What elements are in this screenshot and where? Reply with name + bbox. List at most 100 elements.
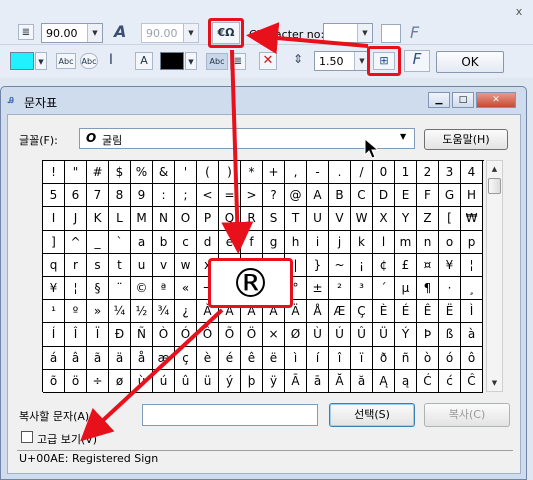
char-cell[interactable]: Õ (219, 323, 241, 347)
char-cell[interactable]: 8 (109, 184, 131, 208)
char-cell[interactable]: ¹ (43, 300, 65, 324)
font-settings-icon[interactable]: F (404, 50, 430, 72)
char-cell[interactable]: Æ (329, 300, 351, 324)
char-cell[interactable]: ā (307, 369, 329, 393)
char-cell[interactable]: 4 (461, 161, 483, 185)
char-cell[interactable]: ð (373, 346, 395, 370)
char-cell[interactable]: . (329, 161, 351, 185)
char-cell[interactable]: M (131, 207, 153, 231)
char-cell[interactable]: % (131, 161, 153, 185)
char-cell[interactable]: ë (263, 346, 285, 370)
char-cell[interactable]: 1 (395, 161, 417, 185)
char-cell[interactable]: « (175, 277, 197, 301)
char-cell[interactable]: s (87, 253, 109, 277)
char-cell[interactable]: 3 (439, 161, 461, 185)
char-cell[interactable]: Ë (439, 300, 461, 324)
char-cell[interactable]: Ð (109, 323, 131, 347)
char-cell[interactable]: ą (395, 369, 417, 393)
char-cell[interactable]: Ó (175, 323, 197, 347)
chevron-down-icon[interactable]: ▼ (35, 52, 47, 70)
char-cell[interactable]: j (329, 230, 351, 254)
char-cell[interactable]: Ĉ (461, 369, 483, 393)
font-size-combo[interactable]: 90.00 ▼ (41, 23, 103, 43)
char-cell[interactable]: á (43, 346, 65, 370)
char-cell[interactable]: ~ (329, 253, 351, 277)
char-cell[interactable]: ù (131, 369, 153, 393)
char-cell[interactable]: Y (395, 207, 417, 231)
char-cell[interactable]: ± (307, 277, 329, 301)
char-cell[interactable]: > (241, 184, 263, 208)
char-cell[interactable]: Ô (197, 323, 219, 347)
char-cell[interactable]: P (197, 207, 219, 231)
text-color-swatch[interactable] (160, 52, 184, 70)
char-cell[interactable]: ₩ (461, 207, 483, 231)
char-cell[interactable]: h (285, 230, 307, 254)
char-cell[interactable]: ÿ (263, 369, 285, 393)
char-cell[interactable]: ã (87, 346, 109, 370)
abc-circle-icon[interactable]: Abc (80, 53, 98, 69)
char-cell[interactable]: È (373, 300, 395, 324)
char-cell[interactable]: ý (219, 369, 241, 393)
char-cell[interactable]: X (373, 207, 395, 231)
char-cell[interactable]: ì (285, 346, 307, 370)
char-cell[interactable]: å (131, 346, 153, 370)
copy-input[interactable] (142, 404, 318, 426)
char-cell[interactable]: è (197, 346, 219, 370)
char-cell[interactable]: ¼ (109, 300, 131, 324)
character-no-combo[interactable]: ▼ (323, 23, 373, 43)
scroll-down-icon[interactable]: ▼ (487, 375, 502, 391)
char-cell[interactable]: ^ (65, 230, 87, 254)
char-cell[interactable]: × (263, 323, 285, 347)
char-cell[interactable]: 6 (65, 184, 87, 208)
char-cell[interactable]: V (329, 207, 351, 231)
char-cell[interactable]: 7 (87, 184, 109, 208)
char-cell[interactable]: ¢ (373, 253, 395, 277)
char-cell[interactable]: t (109, 253, 131, 277)
list-icon[interactable]: ≣ (230, 53, 246, 70)
char-cell[interactable]: ª (153, 277, 175, 301)
char-cell[interactable]: ¶ (417, 277, 439, 301)
char-cell[interactable]: ç (175, 346, 197, 370)
char-cell[interactable]: p (461, 230, 483, 254)
char-cell[interactable]: ( (197, 161, 219, 185)
char-cell[interactable]: ² (329, 277, 351, 301)
char-cell[interactable]: â (65, 346, 87, 370)
char-cell[interactable]: & (153, 161, 175, 185)
char-cell[interactable]: í (307, 346, 329, 370)
char-cell[interactable]: K (87, 207, 109, 231)
char-cell[interactable]: ü (197, 369, 219, 393)
font-effect-icon[interactable]: F (410, 23, 430, 43)
char-cell[interactable]: Ø (285, 323, 307, 347)
char-cell[interactable]: d (197, 230, 219, 254)
char-cell[interactable]: Í (43, 323, 65, 347)
char-cell[interactable]: # (87, 161, 109, 185)
char-cell[interactable]: ¤ (417, 253, 439, 277)
char-cell[interactable]: q (43, 253, 65, 277)
char-cell[interactable]: k (351, 230, 373, 254)
paragraph-icon[interactable]: ≣ (18, 24, 34, 40)
char-cell[interactable]: v (153, 253, 175, 277)
char-cell[interactable]: F (417, 184, 439, 208)
maximize-icon[interactable]: □ (452, 92, 474, 108)
abc-box-icon[interactable]: Abc (56, 53, 76, 69)
char-cell[interactable]: + (263, 161, 285, 185)
char-cell[interactable]: Ò (153, 323, 175, 347)
line-spacing-combo[interactable]: 1.50 ▼ (314, 51, 370, 71)
line-spacing-icon[interactable]: ⇕ (290, 52, 306, 70)
text-box-icon[interactable]: A (135, 52, 153, 70)
text-align-icon[interactable]: Abc (206, 53, 228, 70)
char-cell[interactable]: J (65, 207, 87, 231)
char-cell[interactable]: Ă (329, 369, 351, 393)
char-cell[interactable]: u (131, 253, 153, 277)
char-cell[interactable]: " (65, 161, 87, 185)
char-cell[interactable]: ú (153, 369, 175, 393)
char-cell[interactable]: Z (417, 207, 439, 231)
char-cell[interactable]: ¾ (153, 300, 175, 324)
chevron-down-icon[interactable]: ▼ (400, 132, 406, 141)
char-cell[interactable]: ö (65, 369, 87, 393)
char-cell[interactable]: Ñ (131, 323, 153, 347)
char-cell[interactable]: , (285, 161, 307, 185)
char-cell[interactable]: 2 (417, 161, 439, 185)
char-cell[interactable]: ¨ (109, 277, 131, 301)
char-cell[interactable]: Ê (417, 300, 439, 324)
